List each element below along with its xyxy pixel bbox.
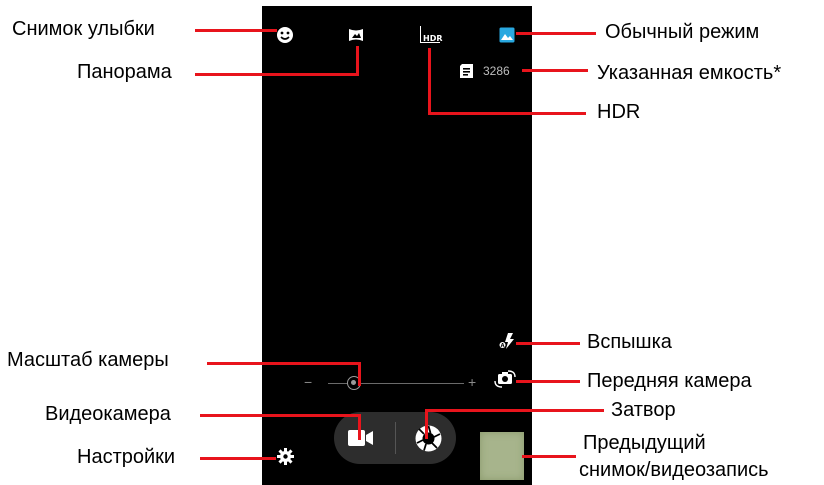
smile-face-icon[interactable] xyxy=(276,26,294,44)
label-settings: Настройки xyxy=(77,446,176,468)
label-video-camera: Видеокамера xyxy=(45,403,171,425)
leader-settings xyxy=(200,457,276,460)
label-previous-line2: снимок/видеозапись xyxy=(579,459,769,481)
leader-zoom-h xyxy=(207,362,360,365)
gear-icon[interactable] xyxy=(277,448,294,465)
flash-auto-icon[interactable]: A xyxy=(499,332,515,350)
svg-text:A: A xyxy=(501,343,505,349)
shutter-aperture-icon[interactable] xyxy=(415,425,442,452)
leader-smile-shot xyxy=(195,29,277,32)
hdr-icon[interactable]: HDR xyxy=(420,26,443,43)
leader-zoom-v xyxy=(358,362,361,386)
label-hdr: HDR xyxy=(597,101,641,123)
switch-camera-icon[interactable] xyxy=(494,370,516,388)
leader-hdr-h xyxy=(428,112,586,115)
leader-panorama-v xyxy=(356,46,359,76)
sd-card-icon xyxy=(460,64,473,78)
label-shutter: Затвор xyxy=(611,399,676,421)
leader-front-camera xyxy=(516,380,580,383)
zoom-plus[interactable]: + xyxy=(468,375,476,389)
image-mode-icon[interactable] xyxy=(499,27,515,43)
leader-capacity xyxy=(522,69,588,72)
label-flash: Вспышка xyxy=(587,331,672,353)
label-zoom: Масштаб камеры xyxy=(7,349,169,371)
label-smile-shot: Снимок улыбки xyxy=(12,18,155,40)
leader-previous xyxy=(522,455,576,458)
zoom-slider[interactable]: − + xyxy=(304,372,490,394)
label-capacity: Указанная емкость* xyxy=(597,62,782,84)
remaining-photos-count: 3286 xyxy=(483,64,510,78)
leader-shutter-v xyxy=(425,409,428,439)
video-camera-icon[interactable] xyxy=(348,429,374,447)
last-capture-thumbnail[interactable] xyxy=(480,432,524,480)
label-panorama: Панорама xyxy=(77,61,172,83)
controls-divider xyxy=(395,422,396,454)
label-normal-mode: Обычный режим xyxy=(605,21,760,43)
label-front-camera: Передняя камера xyxy=(587,370,752,392)
hdr-icon-text: HDR xyxy=(423,34,443,43)
leader-panorama-h xyxy=(195,73,358,76)
zoom-minus[interactable]: − xyxy=(304,375,312,389)
leader-shutter-h xyxy=(427,409,604,412)
leader-video-camera-v xyxy=(358,414,361,440)
capture-controls xyxy=(334,412,456,464)
leader-normal-mode xyxy=(516,32,596,35)
leader-hdr-v xyxy=(428,48,431,114)
leader-flash xyxy=(516,342,580,345)
panorama-icon[interactable] xyxy=(348,28,364,42)
leader-video-camera-h xyxy=(200,414,360,417)
label-previous-line1: Предыдущий xyxy=(583,432,706,454)
